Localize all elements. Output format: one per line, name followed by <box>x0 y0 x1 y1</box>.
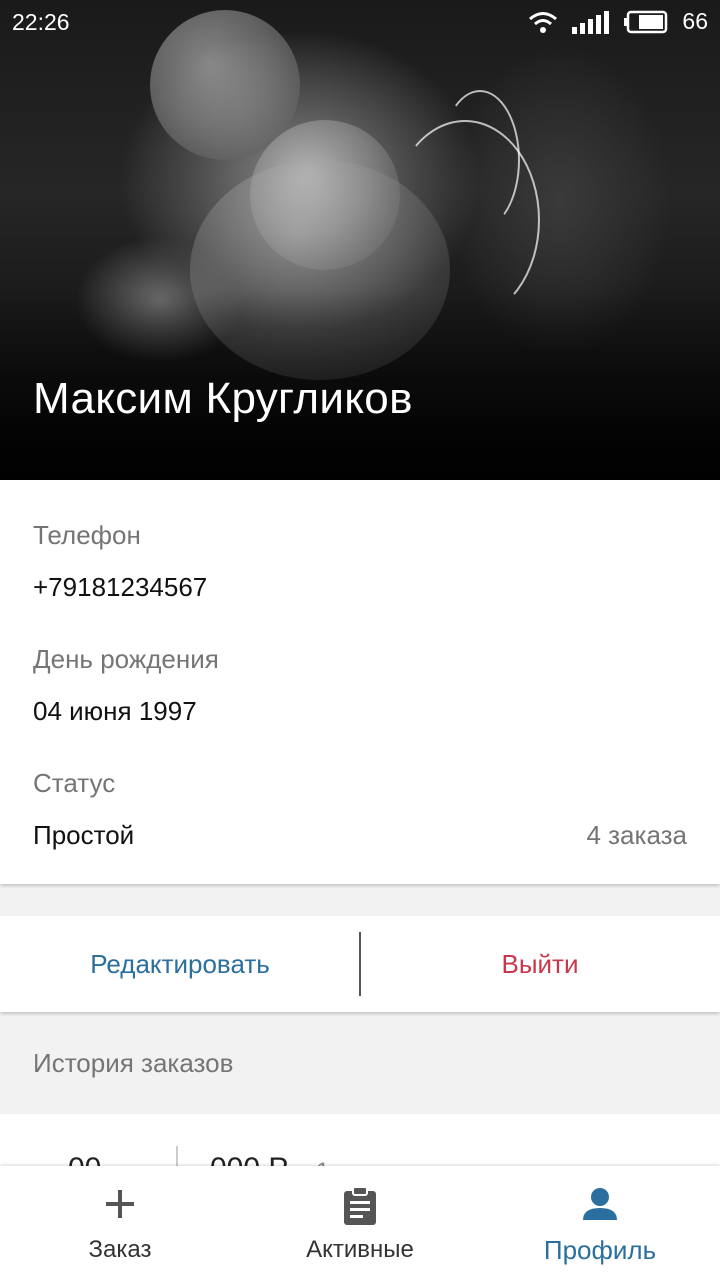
status-value: Простой <box>33 820 135 850</box>
nav-label: Активные <box>306 1236 414 1263</box>
profile-actions: Редактировать Выйти <box>0 916 720 1012</box>
clipboard-icon <box>344 1186 376 1225</box>
phone-label: Телефон <box>33 520 141 550</box>
photo-light-streak <box>440 90 520 230</box>
nav-item-active[interactable]: Активные <box>240 1166 480 1280</box>
status-icons: 66 <box>528 8 708 35</box>
status-time: 22:26 <box>12 9 70 35</box>
status-label: Статус <box>33 768 116 798</box>
profile-cover-photo: Максим Кругликов <box>0 0 720 480</box>
phone-value[interactable]: +79181234567 <box>33 572 207 603</box>
status-bar: 22:26 66 <box>0 0 720 44</box>
plus-icon <box>106 1190 134 1218</box>
birthday-label: День рождения <box>33 644 219 674</box>
nav-item-profile[interactable]: Профиль <box>480 1166 720 1280</box>
person-icon <box>583 1188 617 1220</box>
nav-label: Профиль <box>543 1235 657 1265</box>
battery-icon <box>624 10 668 33</box>
profile-info-card: Телефон +79181234567 День рождения 04 ию… <box>0 480 720 884</box>
profile-name: Максим Кругликов <box>33 374 413 423</box>
signal-icon <box>572 10 610 34</box>
birthday-value: 04 июня 1997 <box>33 696 197 726</box>
nav-item-order[interactable]: Заказ <box>0 1166 240 1280</box>
orders-count: 4 заказа <box>586 820 687 850</box>
edit-button[interactable]: Редактировать <box>0 916 360 1012</box>
history-title: История заказов <box>33 1048 234 1078</box>
logout-button[interactable]: Выйти <box>360 916 720 1012</box>
battery-level: 66 <box>682 8 708 34</box>
bottom-navigation: Заказ Активные Профиль <box>0 1166 720 1280</box>
wifi-icon <box>529 11 558 33</box>
nav-label: Заказ <box>88 1236 152 1263</box>
